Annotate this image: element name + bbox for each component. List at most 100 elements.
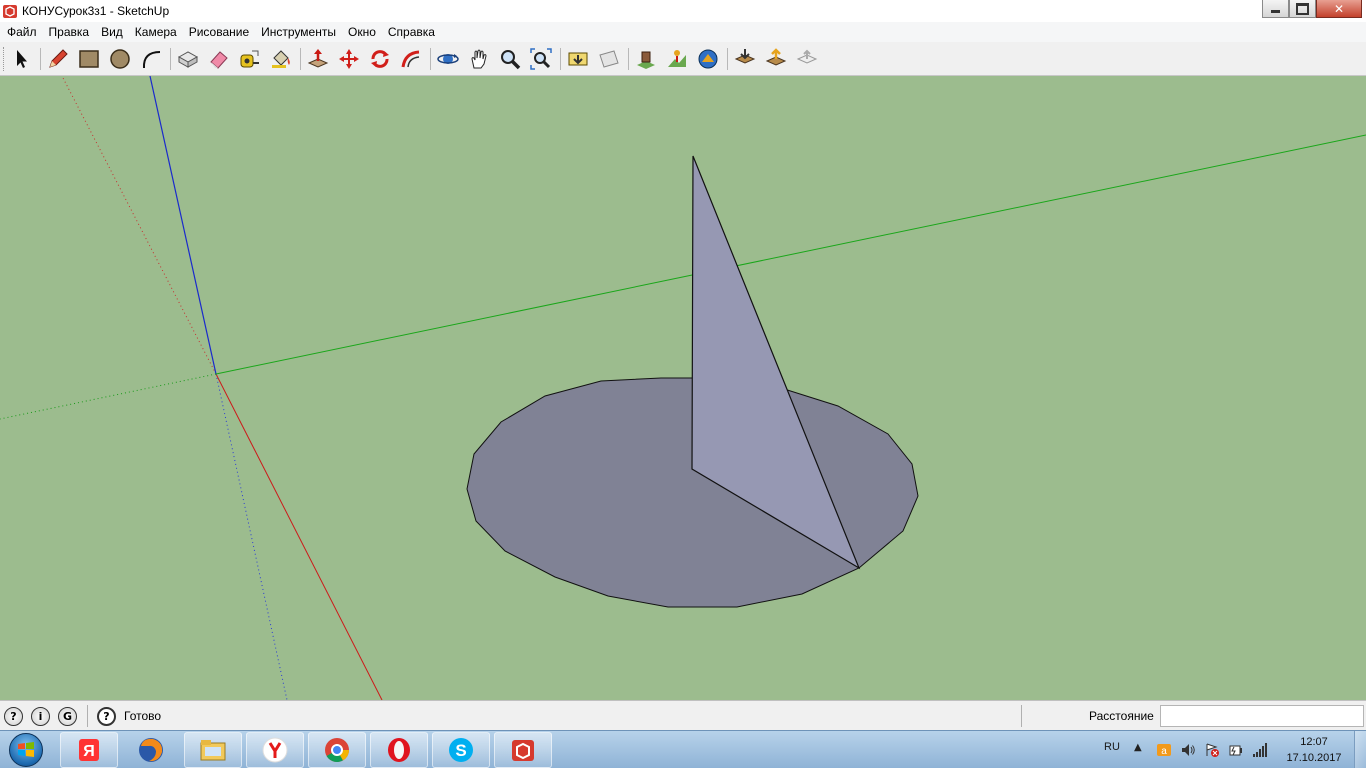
taskbar-opera[interactable] xyxy=(370,732,428,768)
action-center-icon[interactable] xyxy=(1204,742,1220,758)
taskbar-explorer[interactable] xyxy=(184,732,242,768)
svg-text:a: a xyxy=(1161,746,1167,757)
menu-draw[interactable]: Рисование xyxy=(183,25,255,39)
make-component-button[interactable] xyxy=(174,45,202,73)
axis-red-dotted xyxy=(61,76,217,375)
measurements-label: Расстояние xyxy=(1089,709,1154,723)
volume-icon[interactable] xyxy=(1180,742,1196,758)
sketchup-icon xyxy=(512,740,534,761)
tape-measure-button[interactable] xyxy=(236,45,264,73)
menu-bar: Файл Правка Вид Камера Рисование Инструм… xyxy=(0,22,1366,42)
eraser-tool-button[interactable] xyxy=(205,45,233,73)
eraser-tool-icon xyxy=(210,51,228,69)
share-component-button[interactable] xyxy=(793,45,821,73)
push-pull-icon xyxy=(307,49,329,68)
taskbar-firefox[interactable] xyxy=(122,732,180,768)
geolocation-status-icon[interactable]: ? xyxy=(4,707,23,726)
taskbar: Я S RU ▲ a 12:07 17.10.2017 xyxy=(0,730,1366,768)
menu-help[interactable]: Справка xyxy=(382,25,441,39)
window-controls: ✕ xyxy=(1262,0,1362,18)
make-component-icon xyxy=(177,51,199,68)
taskbar-sketchup[interactable] xyxy=(494,732,552,768)
orbit-tool-button[interactable] xyxy=(434,45,462,73)
arc-tool-button[interactable] xyxy=(137,45,165,73)
scene-canvas xyxy=(0,76,1366,700)
instructor-help-icon[interactable]: ? xyxy=(97,707,116,726)
zoom-extents-button[interactable] xyxy=(527,45,555,73)
close-icon: ✕ xyxy=(1333,1,1345,16)
toggle-terrain-button[interactable] xyxy=(663,45,691,73)
user-status-icon[interactable]: G xyxy=(58,707,77,726)
menu-view[interactable]: Вид xyxy=(95,25,129,39)
power-icon[interactable] xyxy=(1228,742,1244,758)
taskbar-yandex[interactable]: Я xyxy=(60,732,118,768)
move-tool-icon xyxy=(339,49,359,69)
drawing-viewport[interactable] xyxy=(0,76,1366,700)
taskbar-skype[interactable]: S xyxy=(432,732,490,768)
axis-green-dotted xyxy=(0,373,217,420)
orbit-tool-icon xyxy=(437,54,459,64)
pan-tool-button[interactable] xyxy=(465,45,493,73)
menu-tools[interactable]: Инструменты xyxy=(255,25,342,39)
svg-text:Я: Я xyxy=(83,743,95,760)
photo-textures-button[interactable] xyxy=(694,45,722,73)
add-location-button[interactable] xyxy=(632,45,660,73)
next-view-button[interactable] xyxy=(595,45,623,73)
skype-icon: S xyxy=(449,738,473,762)
chrome-icon xyxy=(325,738,349,763)
axis-red xyxy=(215,373,383,700)
toggle-terrain-icon xyxy=(668,50,686,67)
minimize-button[interactable] xyxy=(1262,0,1289,18)
menu-file[interactable]: Файл xyxy=(0,25,43,39)
move-tool-button[interactable] xyxy=(335,45,363,73)
start-button[interactable] xyxy=(3,732,49,768)
select-tool-button[interactable] xyxy=(7,45,35,73)
zoom-tool-button[interactable] xyxy=(496,45,524,73)
axis-blue-dotted xyxy=(215,373,288,700)
zoom-extents-icon xyxy=(530,48,552,70)
menu-edit[interactable]: Правка xyxy=(43,25,96,39)
paint-bucket-button[interactable] xyxy=(267,45,295,73)
menu-window[interactable]: Окно xyxy=(342,25,382,39)
opera-icon xyxy=(388,738,410,762)
next-view-icon xyxy=(599,50,619,68)
circle-tool-button[interactable] xyxy=(106,45,134,73)
language-indicator[interactable]: RU xyxy=(1104,741,1120,753)
previous-view-button[interactable] xyxy=(564,45,592,73)
toolbar-grip[interactable] xyxy=(3,47,6,71)
previous-view-icon xyxy=(568,52,588,66)
credits-status-icon[interactable]: i xyxy=(31,707,50,726)
show-desktop-button[interactable] xyxy=(1354,731,1366,768)
title-bar: КОНУСурок3з1 - SketchUp ✕ xyxy=(0,0,1366,22)
taskbar-chrome[interactable] xyxy=(308,732,366,768)
menu-camera[interactable]: Камера xyxy=(129,25,183,39)
show-hidden-icons-icon[interactable]: ▲ xyxy=(1134,742,1142,753)
window-title: КОНУСурок3з1 - SketchUp xyxy=(22,4,170,18)
measurements-input[interactable] xyxy=(1160,705,1364,727)
add-location-icon xyxy=(637,51,655,69)
firefox-icon xyxy=(139,738,163,762)
windows-logo-icon xyxy=(18,742,34,757)
network-signal-icon[interactable] xyxy=(1252,742,1268,758)
circle-tool-icon xyxy=(110,49,130,69)
pencil-tool-icon xyxy=(49,49,68,68)
status-bar: ? i G ? Готово Расстояние xyxy=(0,700,1366,730)
get-models-button[interactable] xyxy=(731,45,759,73)
system-clock[interactable]: 12:07 17.10.2017 xyxy=(1284,734,1344,766)
close-button[interactable]: ✕ xyxy=(1316,0,1362,18)
tray-app-icon[interactable]: a xyxy=(1156,742,1172,758)
yandex-icon: Я xyxy=(79,739,99,761)
pencil-tool-button[interactable] xyxy=(44,45,72,73)
maximize-button[interactable] xyxy=(1289,0,1316,18)
file-explorer-icon xyxy=(200,740,226,761)
pan-tool-icon xyxy=(471,49,487,69)
push-pull-button[interactable] xyxy=(304,45,332,73)
follow-me-button[interactable] xyxy=(397,45,425,73)
rectangle-tool-button[interactable] xyxy=(75,45,103,73)
rotate-tool-button[interactable] xyxy=(366,45,394,73)
share-model-icon xyxy=(765,48,787,66)
taskbar-yandex-browser[interactable] xyxy=(246,732,304,768)
photo-textures-icon xyxy=(698,49,718,69)
axis-green xyxy=(215,134,1366,375)
share-model-button[interactable] xyxy=(762,45,790,73)
